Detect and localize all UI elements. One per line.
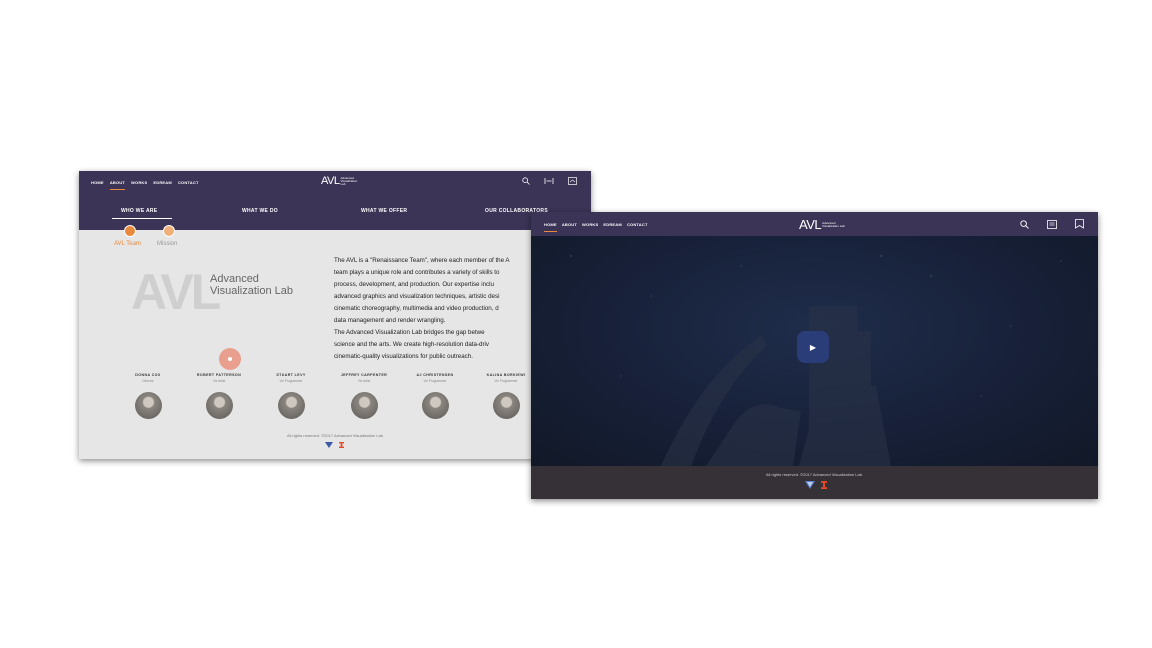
about-page-window: HOME ABOUT WORKS EDREAM CONTACT AVL Adva… bbox=[79, 171, 591, 459]
home-page-window: HOME ABOUT WORKS EDREAM CONTACT AVL Adva… bbox=[531, 212, 1098, 499]
subnav-indicator-line bbox=[112, 218, 172, 219]
avl-logo[interactable]: AVL Advanced Visualization Lab bbox=[799, 217, 845, 232]
logo-subtitle: Advanced Visualization Lab bbox=[822, 220, 845, 228]
nav-home[interactable]: HOME bbox=[544, 222, 557, 232]
tab-avl-team[interactable]: AVL Team bbox=[114, 241, 141, 247]
member-photo bbox=[492, 392, 520, 419]
tab-mission[interactable]: Mission bbox=[157, 241, 177, 247]
nav-edream[interactable]: EDREAM bbox=[153, 180, 172, 185]
bookmark-icon[interactable] bbox=[568, 177, 577, 185]
team-member[interactable]: STUART LEVY Viz Programmer bbox=[256, 373, 326, 419]
nav-icons bbox=[522, 177, 577, 185]
subnav-what-we-do[interactable]: WHAT WE DO bbox=[242, 208, 278, 214]
avl-name-line1: Advanced bbox=[210, 273, 259, 285]
logo-mark: AVL bbox=[321, 175, 340, 187]
play-button[interactable]: ▶ bbox=[797, 331, 829, 363]
document-icon[interactable] bbox=[1047, 219, 1057, 229]
carousel-indicator[interactable] bbox=[219, 348, 241, 370]
avl-full-name: Advanced Visualization Lab bbox=[210, 273, 293, 297]
team-member[interactable]: JEFFREY CARPENTER Viz Artist bbox=[329, 373, 399, 419]
ncsa-logo-icon[interactable] bbox=[325, 442, 333, 448]
play-icon: ▶ bbox=[809, 342, 817, 352]
nav-works[interactable]: WORKS bbox=[582, 222, 598, 227]
member-photo bbox=[277, 392, 305, 419]
nav-contact[interactable]: CONTACT bbox=[627, 222, 648, 227]
bookmark-icon[interactable] bbox=[1075, 219, 1084, 229]
illinois-logo-icon[interactable] bbox=[339, 442, 344, 448]
member-photo bbox=[350, 392, 378, 419]
logo-mark: AVL bbox=[799, 217, 822, 232]
footer: All rights reserved. ©2017 Advanced Visu… bbox=[531, 466, 1098, 499]
member-role: Viz Artist bbox=[357, 379, 371, 383]
team-member[interactable]: AJ CHRISTENSEN Viz Programmer bbox=[400, 373, 470, 419]
member-role: Viz Programmer bbox=[423, 379, 447, 383]
search-icon[interactable] bbox=[522, 177, 530, 185]
team-member[interactable]: DONNA COX Director bbox=[113, 373, 183, 419]
avl-name-line2: Visualization Lab bbox=[210, 285, 293, 297]
nav-icons bbox=[1020, 219, 1084, 229]
footer-logos bbox=[805, 481, 827, 489]
member-role: Viz Programmer bbox=[279, 379, 303, 383]
member-photo bbox=[421, 392, 449, 419]
logo-subtitle: Advanced Visualization Lab bbox=[340, 175, 358, 186]
expand-icon[interactable] bbox=[544, 177, 554, 185]
nav-about[interactable]: ABOUT bbox=[109, 180, 126, 190]
nav-links: HOME ABOUT WORKS EDREAM CONTACT bbox=[544, 222, 648, 232]
about-subnav: WHO WE ARE WHAT WE DO WHAT WE OFFER OUR … bbox=[79, 192, 591, 230]
avl-large-logo: AVL bbox=[131, 264, 221, 320]
avl-logo[interactable]: AVL Advanced Visualization Lab bbox=[321, 175, 357, 187]
top-nav-bar: HOME ABOUT WORKS EDREAM CONTACT AVL Adva… bbox=[531, 212, 1098, 236]
tab-dot-avl-team[interactable] bbox=[124, 225, 136, 237]
member-name: AJ CHRISTENSEN bbox=[416, 373, 454, 377]
illinois-logo-icon[interactable] bbox=[821, 481, 827, 489]
member-name: ROBERT PATTERSON bbox=[196, 373, 242, 377]
member-photo bbox=[134, 392, 162, 419]
nav-about[interactable]: ABOUT bbox=[562, 222, 577, 227]
member-name: JEFFREY CARPENTER bbox=[340, 373, 388, 377]
subnav-who-we-are[interactable]: WHO WE ARE bbox=[121, 208, 157, 214]
member-role: Viz Artist bbox=[212, 379, 226, 383]
nav-home[interactable]: HOME bbox=[91, 180, 104, 185]
member-photo bbox=[205, 392, 233, 419]
hero-video-area: ▶ bbox=[531, 236, 1098, 466]
member-role: Director bbox=[142, 379, 154, 383]
footer-copyright: All rights reserved. ©2017 Advanced Visu… bbox=[765, 472, 864, 477]
nav-works[interactable]: WORKS bbox=[131, 180, 147, 185]
nav-links: HOME ABOUT WORKS EDREAM CONTACT bbox=[91, 180, 199, 190]
footer-logos bbox=[325, 442, 344, 448]
footer-copyright: All rights reserved. ©2017 Advanced Visu… bbox=[286, 433, 384, 438]
nav-edream[interactable]: EDREAM bbox=[603, 222, 622, 227]
tab-dot-mission[interactable] bbox=[163, 225, 175, 237]
team-member[interactable]: ROBERT PATTERSON Viz Artist bbox=[184, 373, 254, 419]
nav-contact[interactable]: CONTACT bbox=[178, 180, 199, 185]
top-nav-bar: HOME ABOUT WORKS EDREAM CONTACT AVL Adva… bbox=[79, 171, 591, 192]
member-name: DONNA COX bbox=[135, 373, 161, 377]
member-name: STUART LEVY bbox=[276, 373, 306, 377]
subnav-what-we-offer[interactable]: WHAT WE OFFER bbox=[361, 208, 407, 214]
ncsa-logo-icon[interactable] bbox=[805, 481, 815, 489]
search-icon[interactable] bbox=[1020, 219, 1029, 229]
